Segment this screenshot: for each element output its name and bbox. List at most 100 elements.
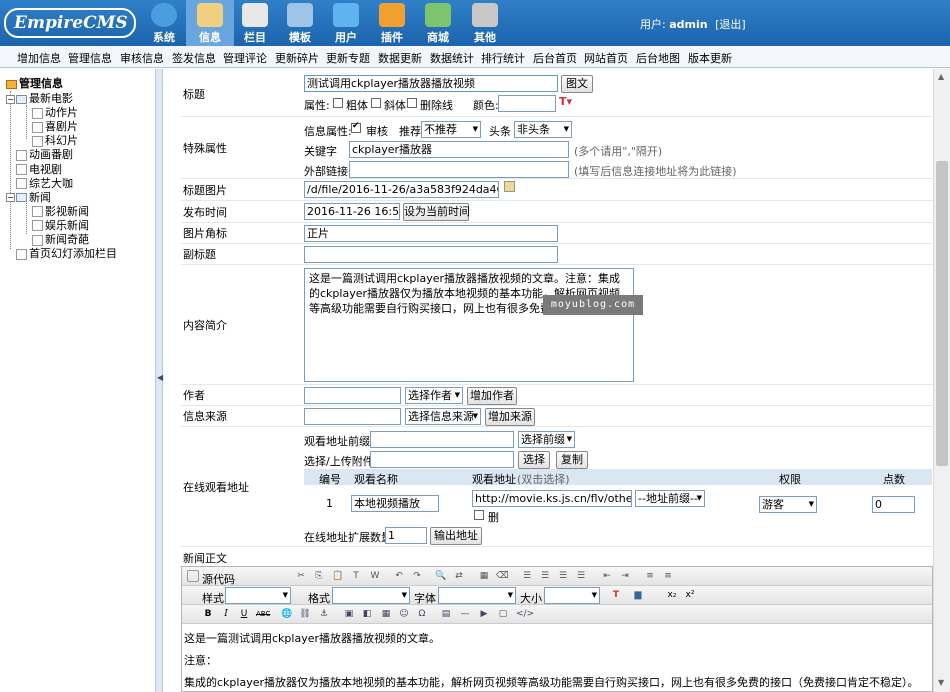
anchor-icon[interactable]: ⚓ (318, 608, 330, 620)
upload-input[interactable] (370, 451, 514, 468)
author-select[interactable]: 选择作者 (405, 387, 463, 404)
nav-document[interactable]: 信息 (186, 0, 234, 46)
permission-select[interactable]: 游客 (759, 496, 817, 513)
video-url-input[interactable]: http://movie.ks.js.cn/flv/other/1_0.mp4 (472, 490, 632, 507)
bg-color-icon[interactable]: ▆ (632, 589, 644, 601)
logout-link[interactable]: [退出] (715, 18, 746, 31)
font-select[interactable] (438, 587, 516, 604)
italic-icon[interactable]: I (220, 608, 232, 620)
unlink-icon[interactable]: ⛓ (299, 608, 311, 620)
nav-folder[interactable]: 栏目 (231, 0, 279, 46)
tree-item[interactable]: 首页幻灯添加栏目 (6, 245, 117, 261)
title-image-button[interactable]: 图文 (561, 75, 593, 93)
submenu-item[interactable]: 数据统计 (430, 50, 474, 66)
submenu-item[interactable]: 增加信息 (17, 50, 61, 66)
delete-checkbox[interactable] (474, 510, 484, 520)
copy-button[interactable]: 复制 (556, 451, 588, 469)
iframe-icon[interactable]: ▢ (497, 608, 509, 620)
size-select[interactable] (544, 587, 600, 604)
scroll-thumb[interactable] (936, 161, 948, 466)
color-picker-icon[interactable]: T▾ (559, 95, 572, 108)
strikethrough-icon[interactable]: ABC (256, 608, 270, 620)
flash-icon[interactable]: ◧ (361, 608, 373, 620)
prefix-input[interactable] (370, 431, 514, 448)
paste-text-icon[interactable]: T (350, 570, 362, 582)
align-right-icon[interactable]: ☰ (557, 570, 569, 582)
link-icon[interactable]: 🌐 (281, 608, 293, 620)
audit-checkbox[interactable] (351, 121, 361, 133)
text-color-icon[interactable]: T (610, 589, 622, 601)
source-select[interactable]: 选择信息来源 (405, 408, 481, 425)
nav-tools[interactable]: 插件 (368, 0, 416, 46)
align-justify-icon[interactable]: ☰ (575, 570, 587, 582)
image-icon[interactable]: ▣ (343, 608, 355, 620)
subscript-icon[interactable]: x₂ (666, 589, 678, 601)
submenu-item[interactable]: 管理评论 (223, 50, 267, 66)
submenu-item[interactable]: 更新专题 (326, 50, 370, 66)
vertical-scrollbar[interactable]: ▲ ▼ (933, 69, 950, 692)
source-code-button[interactable]: 源代码 (202, 571, 235, 587)
bold-checkbox[interactable] (333, 98, 343, 108)
tree-root[interactable]: 管理信息 (6, 75, 63, 91)
page-break-icon[interactable]: ▤ (440, 608, 452, 620)
submenu-item[interactable]: 排行统计 (481, 50, 525, 66)
video-name-input[interactable]: 本地视频播放 (351, 495, 439, 512)
find-icon[interactable]: 🔍 (435, 570, 447, 582)
submenu-item[interactable]: 数据更新 (378, 50, 422, 66)
pubtime-input[interactable]: 2016-11-26 16:55:36 (304, 203, 400, 220)
paste-icon[interactable]: 📋 (332, 570, 344, 582)
indent-icon[interactable]: ⇥ (619, 570, 631, 582)
keyword-input[interactable]: ckplayer播放器 (349, 141, 569, 158)
strike-checkbox[interactable] (407, 98, 417, 108)
nav-template[interactable]: 模板 (276, 0, 324, 46)
url-prefix-select[interactable]: --地址前缀-- (635, 490, 705, 507)
output-url-button[interactable]: 输出地址 (430, 527, 482, 545)
style-select[interactable] (225, 587, 291, 604)
nav-gear[interactable]: 其他 (461, 0, 509, 46)
scroll-down-icon[interactable]: ▼ (938, 678, 944, 687)
unordered-list-icon[interactable]: ≡ (662, 570, 674, 582)
headline-select[interactable]: 非头条 (514, 121, 572, 138)
align-left-icon[interactable]: ☰ (521, 570, 533, 582)
horizontal-rule-icon[interactable]: — (459, 608, 471, 620)
paste-word-icon[interactable]: W (369, 570, 381, 582)
table-icon[interactable]: ▦ (380, 608, 392, 620)
image-picker-icon[interactable] (504, 181, 515, 192)
recommend-select[interactable]: 不推荐 (421, 121, 481, 138)
corner-input[interactable]: 正片 (304, 225, 558, 242)
subtitle-input[interactable] (304, 246, 558, 263)
submenu-item[interactable]: 网站首页 (584, 50, 628, 66)
nav-user[interactable]: 用户 (322, 0, 370, 46)
cut-icon[interactable]: ✂ (295, 570, 307, 582)
align-center-icon[interactable]: ☰ (539, 570, 551, 582)
submenu-item[interactable]: 更新碎片 (275, 50, 319, 66)
outdent-icon[interactable]: ⇤ (601, 570, 613, 582)
submenu-item[interactable]: 审核信息 (120, 50, 164, 66)
source-code-icon[interactable] (187, 570, 199, 582)
points-input[interactable]: 0 (872, 496, 915, 513)
smiley-icon[interactable]: ☺ (398, 608, 410, 620)
format-select[interactable] (332, 587, 410, 604)
collapse-icon[interactable]: − (6, 193, 15, 203)
submenu-item[interactable]: 后台首页 (533, 50, 577, 66)
special-char-icon[interactable]: Ω (416, 608, 428, 620)
prefix-select[interactable]: 选择前缀 (518, 431, 575, 448)
source-input[interactable] (304, 408, 401, 425)
collapse-arrow-icon[interactable]: ◀ (157, 373, 163, 382)
submenu-item[interactable]: 后台地图 (636, 50, 680, 66)
italic-checkbox[interactable] (371, 98, 381, 108)
nav-shop[interactable]: 商城 (414, 0, 462, 46)
choose-file-button[interactable]: 选择 (518, 451, 550, 469)
replace-icon[interactable]: ⇄ (453, 570, 465, 582)
copy-icon[interactable]: ⎘ (313, 570, 325, 582)
superscript-icon[interactable]: x² (684, 589, 696, 601)
titlepic-input[interactable]: /d/file/2016-11-26/a3a583f924da46008603b (304, 181, 499, 198)
bold-icon[interactable]: B (202, 608, 214, 620)
remove-format-icon[interactable]: ⌫ (496, 570, 509, 582)
sidebar-toggle[interactable]: ◀ (155, 69, 163, 692)
nav-globe[interactable]: 系统 (140, 0, 188, 46)
add-author-button[interactable]: 增加作者 (467, 387, 517, 405)
color-input[interactable] (498, 95, 556, 112)
ext-link-input[interactable] (349, 161, 569, 178)
insert-code-icon[interactable]: </> (516, 608, 534, 620)
